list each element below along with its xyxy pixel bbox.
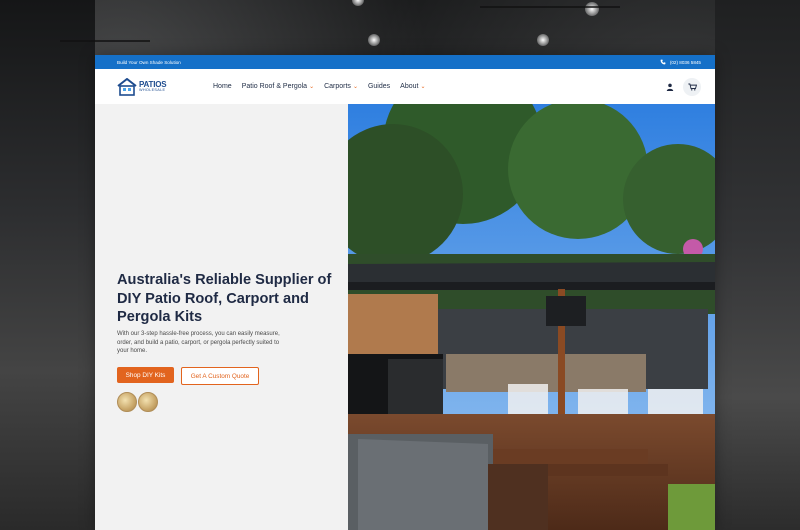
house-logo-icon <box>117 77 137 96</box>
hero-title: Australia's Reliable Supplier of DIY Pat… <box>117 272 332 326</box>
patio-photo <box>348 104 715 530</box>
top-bar: Build Your Own Shade Solution (02) 8036 … <box>95 55 715 69</box>
user-icon <box>666 83 674 91</box>
ceiling-fan-blade <box>480 6 620 8</box>
nav-home[interactable]: Home <box>213 83 232 90</box>
hero-image <box>348 104 715 530</box>
award-badge-icon <box>117 392 137 412</box>
chevron-down-icon: ⌄ <box>352 84 358 90</box>
award-badges <box>117 392 158 412</box>
ceiling-light <box>537 34 549 46</box>
background-kitchen-left <box>0 0 95 530</box>
phone-link[interactable]: (02) 8036 5845 <box>660 59 701 65</box>
site-header: PATIOS WHOLESALE Home Patio Roof & Pergo… <box>95 69 715 104</box>
cart-button[interactable] <box>683 77 701 96</box>
phone-icon <box>660 59 666 65</box>
logo-text-secondary: WHOLESALE <box>139 87 166 92</box>
background-wall-right <box>715 0 800 530</box>
ceiling-light <box>368 34 380 46</box>
hero-content: Australia's Reliable Supplier of DIY Pat… <box>95 104 348 530</box>
website-screenshot: Build Your Own Shade Solution (02) 8036 … <box>95 55 715 530</box>
cart-icon <box>687 83 697 91</box>
nav-about[interactable]: About ⌄ <box>400 83 425 90</box>
shop-diy-kits-button[interactable]: Shop DIY Kits <box>117 367 174 383</box>
tagline: Build Your Own Shade Solution <box>117 59 181 65</box>
nav-carports[interactable]: Carports ⌄ <box>324 83 358 90</box>
get-custom-quote-button[interactable]: Get A Custom Quote <box>181 367 259 385</box>
hero-section: Australia's Reliable Supplier of DIY Pat… <box>95 104 715 530</box>
nav-home-label: Home <box>213 83 232 90</box>
nav-guides[interactable]: Guides <box>368 83 390 90</box>
site-logo[interactable]: PATIOS WHOLESALE <box>117 77 175 96</box>
nav-about-label: About <box>400 83 419 90</box>
chevron-down-icon: ⌄ <box>420 84 426 90</box>
ceiling-fan-blade <box>60 40 150 42</box>
header-actions <box>663 77 701 96</box>
nav-patio-roof-pergola[interactable]: Patio Roof & Pergola ⌄ <box>242 83 314 90</box>
chevron-down-icon: ⌄ <box>309 84 315 90</box>
main-nav: Home Patio Roof & Pergola ⌄ Carports ⌄ G… <box>213 83 425 90</box>
account-button[interactable] <box>663 80 677 94</box>
award-badge-icon <box>138 392 158 412</box>
ceiling-light <box>585 2 599 16</box>
nav-patio-roof-pergola-label: Patio Roof & Pergola <box>241 83 308 90</box>
nav-carports-label: Carports <box>324 83 351 90</box>
nav-guides-label: Guides <box>367 83 391 90</box>
hero-description: With our 3-step hassle-free process, you… <box>117 331 280 355</box>
phone-number: (02) 8036 5845 <box>669 59 701 65</box>
